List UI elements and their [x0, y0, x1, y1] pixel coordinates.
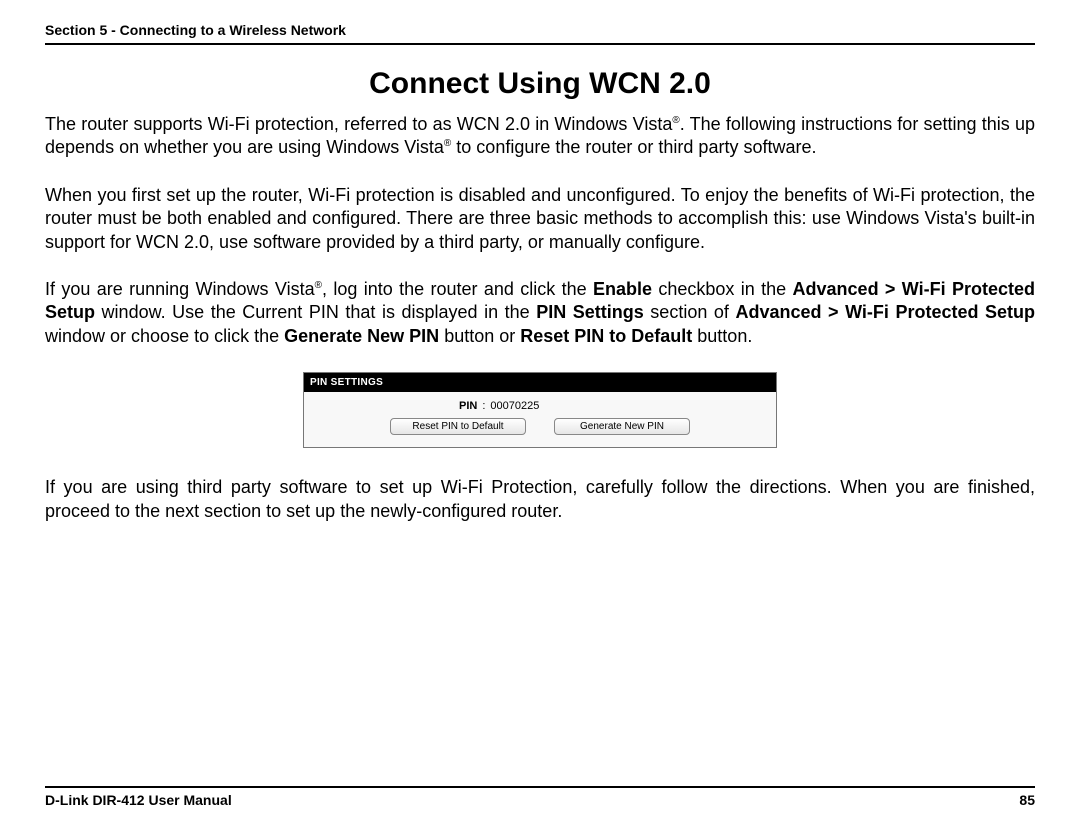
- p3-text-d: window. Use the Current PIN that is disp…: [95, 302, 536, 322]
- bold-pin-settings: PIN Settings: [536, 302, 644, 322]
- pin-value: 00070225: [490, 400, 539, 412]
- bold-enable: Enable: [593, 279, 652, 299]
- p3-text-a: If you are running Windows Vista: [45, 279, 315, 299]
- pin-settings-figure: PIN SETTINGS PIN : 00070225 Reset PIN to…: [45, 372, 1035, 448]
- pin-row: PIN : 00070225: [314, 400, 766, 412]
- registered-mark: ®: [672, 115, 679, 126]
- footer-manual-name: D-Link DIR-412 User Manual: [45, 792, 232, 808]
- p3-text-b: , log into the router and click the: [322, 279, 593, 299]
- paragraph-3: If you are running Windows Vista®, log i…: [45, 278, 1035, 348]
- p3-text-h: button.: [692, 326, 752, 346]
- p3-text-f: window or choose to click the: [45, 326, 284, 346]
- footer-page-number: 85: [1019, 792, 1035, 808]
- bold-advanced-wps-2: Advanced > Wi-Fi Protected Setup: [735, 302, 1035, 322]
- pin-settings-header: PIN SETTINGS: [304, 373, 776, 392]
- pin-button-row: Reset PIN to Default Generate New PIN: [314, 418, 766, 437]
- p3-text-c: checkbox in the: [652, 279, 793, 299]
- pin-settings-body: PIN : 00070225 Reset PIN to Default Gene…: [304, 392, 776, 447]
- p1-text-c: to configure the router or third party s…: [451, 137, 816, 157]
- page-footer: D-Link DIR-412 User Manual 85: [45, 786, 1035, 808]
- page-title: Connect Using WCN 2.0: [45, 67, 1035, 101]
- p3-text-g: button or: [439, 326, 520, 346]
- pin-settings-panel: PIN SETTINGS PIN : 00070225 Reset PIN to…: [303, 372, 777, 448]
- pin-colon: :: [482, 400, 485, 412]
- p1-text-a: The router supports Wi-Fi protection, re…: [45, 114, 672, 134]
- paragraph-1: The router supports Wi-Fi protection, re…: [45, 113, 1035, 160]
- section-header: Section 5 - Connecting to a Wireless Net…: [45, 22, 1035, 45]
- reset-pin-button[interactable]: Reset PIN to Default: [390, 418, 526, 435]
- generate-new-pin-button[interactable]: Generate New PIN: [554, 418, 690, 435]
- registered-mark: ®: [315, 280, 322, 291]
- p3-text-e: section of: [644, 302, 736, 322]
- pin-label: PIN: [459, 400, 477, 412]
- paragraph-4: If you are using third party software to…: [45, 476, 1035, 523]
- bold-reset-pin: Reset PIN to Default: [520, 326, 692, 346]
- bold-generate-new-pin: Generate New PIN: [284, 326, 439, 346]
- paragraph-2: When you first set up the router, Wi-Fi …: [45, 184, 1035, 254]
